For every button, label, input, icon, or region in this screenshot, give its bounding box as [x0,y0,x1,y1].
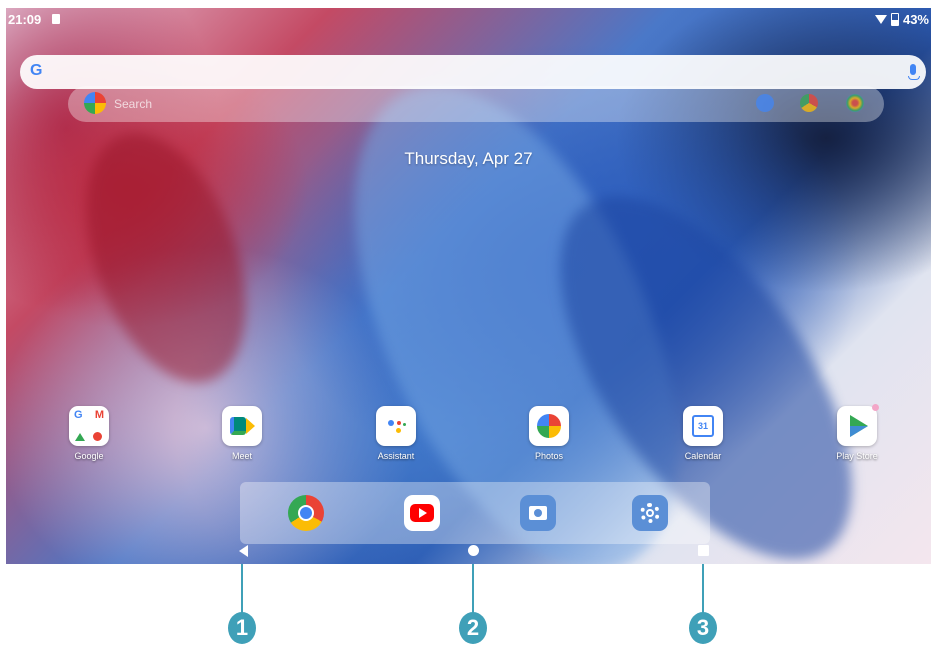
google-logo: G [30,62,43,79]
app-meet[interactable]: Meet [207,406,277,461]
date-widget[interactable]: Thursday, Apr 27 [6,149,931,169]
ghost-search-text: Search [114,97,153,111]
wifi-icon [874,15,887,24]
chrome-icon[interactable] [288,495,324,531]
meet-icon [222,406,262,446]
navigation-bar [6,542,931,564]
home-screen: 21:09 43% G Search Thursday, Apr 27 G M … [6,8,931,564]
google-search-bar[interactable]: G [20,55,926,89]
recent-apps-button[interactable] [698,545,709,556]
camera-icon[interactable] [520,495,556,531]
app-label: Google [74,451,104,461]
back-button[interactable] [239,545,248,557]
app-calendar[interactable]: 31 Calendar [668,406,738,461]
calendar-day: 31 [692,415,714,437]
callout-2: 2 [459,612,487,644]
app-label: Assistant [377,451,415,461]
callout-line-2 [472,564,474,616]
app-label: Meet [231,451,252,461]
dock [240,482,710,544]
callout-3: 3 [689,612,717,644]
assistant-icon [376,406,416,446]
google-g-icon [84,92,106,114]
lens-icon [800,94,818,112]
mic-icon [756,94,774,112]
settings-icon[interactable] [632,495,668,531]
home-button[interactable] [468,545,479,556]
callout-1: 1 [228,612,256,644]
app-label: Calendar [684,451,722,461]
status-icons: 43% [874,12,929,27]
assistant-dots-icon [846,94,864,112]
clock: 21:09 [8,12,42,27]
play-store-icon [837,404,879,446]
mic-icon[interactable] [908,64,920,80]
youtube-icon[interactable] [404,495,440,531]
calendar-icon: 31 [683,406,723,446]
app-assistant[interactable]: Assistant [361,406,431,461]
app-label: Photos [534,451,564,461]
app-google[interactable]: G M Google [54,406,124,461]
photos-icon [529,406,569,446]
battery-level: 43% [902,12,929,27]
app-photos[interactable]: Photos [514,406,584,461]
sd-card-icon [52,14,60,24]
google-folder-icon: G M [69,406,109,446]
status-bar: 21:09 43% [6,8,931,30]
app-play-store[interactable]: Play Store [822,404,892,461]
ghost-search-widget[interactable]: Search [68,86,884,122]
callout-line-1 [241,564,243,616]
callout-line-3 [702,564,704,616]
battery-icon [890,13,899,26]
app-label: Play Store [836,451,878,461]
